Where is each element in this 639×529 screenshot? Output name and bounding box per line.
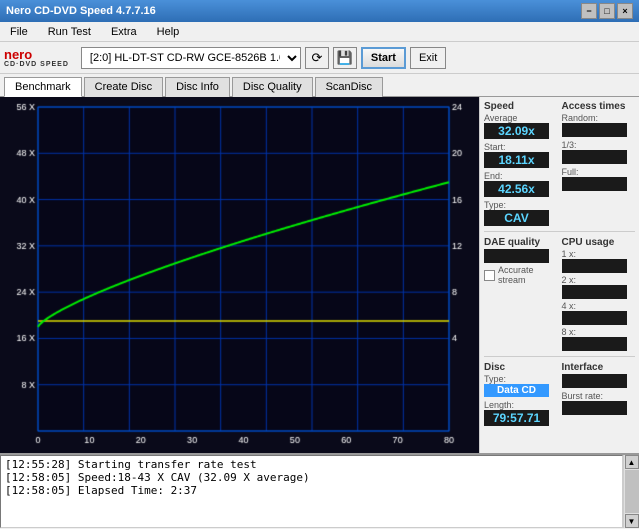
exit-button[interactable]: Exit [410, 47, 446, 69]
refresh-button[interactable]: ⟳ [305, 47, 329, 69]
end-value: 42.56x [484, 181, 549, 197]
tab-benchmark[interactable]: Benchmark [4, 77, 82, 97]
stream-label: stream [498, 275, 534, 285]
cpu-title: CPU usage [562, 237, 636, 248]
access-title: Access times [562, 101, 636, 112]
menu-run-test[interactable]: Run Test [42, 24, 97, 40]
main-content: Speed Average 32.09x Start: 18.11x End: … [0, 97, 639, 453]
dae-title: DAE quality [484, 237, 558, 248]
tab-scan-disc[interactable]: ScanDisc [315, 77, 383, 97]
disc-type-value: Data CD [484, 384, 549, 397]
burst-value [562, 401, 627, 415]
full-label: Full: [562, 167, 636, 177]
cpu-8x-label: 8 x: [562, 327, 636, 337]
log-entry-1: [12:58:05] Speed:18-43 X CAV (32.09 X av… [5, 471, 618, 484]
type-value: CAV [484, 210, 549, 226]
accurate-label: Accurate [498, 265, 534, 275]
maximize-button[interactable]: □ [599, 3, 615, 19]
menu-help[interactable]: Help [151, 24, 186, 40]
interface-section: Interface Burst rate: [562, 362, 636, 426]
cpu-2x-value [562, 285, 627, 299]
cpu-4x-label: 4 x: [562, 301, 636, 311]
disc-section: Disc Type: Data CD Length: 79:57.71 [484, 362, 558, 426]
nero-logo: nero CD·DVD SPEED [4, 48, 69, 68]
access-section: Access times Random: 1/3: Full: [562, 101, 636, 226]
cd-dvd-speed-brand: CD·DVD SPEED [4, 61, 69, 68]
scroll-thumb[interactable] [625, 470, 639, 513]
speed-section: Speed Average 32.09x Start: 18.11x End: … [484, 101, 558, 226]
accurate-row: Accurate stream [484, 265, 558, 285]
log-entry-2: [12:58:05] Elapsed Time: 2:37 [5, 484, 618, 497]
disc-interface-row: Disc Type: Data CD Length: 79:57.71 Inte… [484, 362, 635, 426]
right-panel: Speed Average 32.09x Start: 18.11x End: … [479, 97, 639, 453]
start-button[interactable]: Start [361, 47, 406, 69]
speed-access-row: Speed Average 32.09x Start: 18.11x End: … [484, 101, 635, 226]
type-label: Type: [484, 200, 558, 210]
toolbar: nero CD·DVD SPEED [2:0] HL-DT-ST CD-RW G… [0, 42, 639, 74]
average-value: 32.09x [484, 123, 549, 139]
menu-extra[interactable]: Extra [105, 24, 143, 40]
disc-title: Disc [484, 362, 558, 373]
random-label: Random: [562, 113, 636, 123]
minimize-button[interactable]: − [581, 3, 597, 19]
save-button[interactable]: 💾 [333, 47, 357, 69]
scroll-down[interactable]: ▼ [625, 514, 639, 528]
end-label: End: [484, 171, 558, 181]
tab-disc-info[interactable]: Disc Info [165, 77, 230, 97]
disc-length-value: 79:57.71 [484, 410, 549, 426]
nero-brand: nero [4, 48, 32, 61]
divider-1 [484, 231, 635, 232]
divider-2 [484, 356, 635, 357]
cpu-section: CPU usage 1 x: 2 x: 4 x: 8 x: [562, 237, 636, 351]
log-scrollbar[interactable]: ▲ ▼ [623, 455, 639, 528]
scroll-up[interactable]: ▲ [625, 455, 639, 469]
close-button[interactable]: × [617, 3, 633, 19]
cpu-4x-value [562, 311, 627, 325]
disc-type-label: Type: [484, 374, 558, 384]
average-label: Average [484, 113, 558, 123]
cpu-2x-label: 2 x: [562, 275, 636, 285]
cpu-8x-value [562, 337, 627, 351]
window-controls: − □ × [581, 3, 633, 19]
menu-bar: File Run Test Extra Help [0, 22, 639, 42]
tab-disc-quality[interactable]: Disc Quality [232, 77, 313, 97]
app-title: Nero CD-DVD Speed 4.7.7.16 [6, 5, 156, 17]
disc-length-label: Length: [484, 400, 558, 410]
log-content[interactable]: [12:55:28] Starting transfer rate test [… [0, 455, 623, 528]
menu-file[interactable]: File [4, 24, 34, 40]
cpu-1x-label: 1 x: [562, 249, 636, 259]
log-entry-0: [12:55:28] Starting transfer rate test [5, 458, 618, 471]
benchmark-chart [0, 97, 479, 453]
title-bar: Nero CD-DVD Speed 4.7.7.16 − □ × [0, 0, 639, 22]
tab-bar: Benchmark Create Disc Disc Info Disc Qua… [0, 74, 639, 97]
dae-cpu-row: DAE quality Accurate stream CPU usage 1 … [484, 237, 635, 351]
tab-create-disc[interactable]: Create Disc [84, 77, 163, 97]
one-third-value [562, 150, 627, 164]
drive-selector[interactable]: [2:0] HL-DT-ST CD-RW GCE-8526B 1.03 [81, 47, 301, 69]
dae-value [484, 249, 549, 263]
full-value [562, 177, 627, 191]
chart-area [0, 97, 479, 453]
random-value [562, 123, 627, 137]
cpu-1x-value [562, 259, 627, 273]
start-value: 18.11x [484, 152, 549, 168]
accurate-checkbox[interactable] [484, 270, 495, 281]
one-third-label: 1/3: [562, 140, 636, 150]
log-area: [12:55:28] Starting transfer rate test [… [0, 453, 639, 528]
interface-title: Interface [562, 362, 636, 373]
burst-label: Burst rate: [562, 391, 636, 401]
dae-section: DAE quality Accurate stream [484, 237, 558, 351]
interface-value [562, 374, 627, 388]
speed-title: Speed [484, 101, 558, 112]
start-label: Start: [484, 142, 558, 152]
